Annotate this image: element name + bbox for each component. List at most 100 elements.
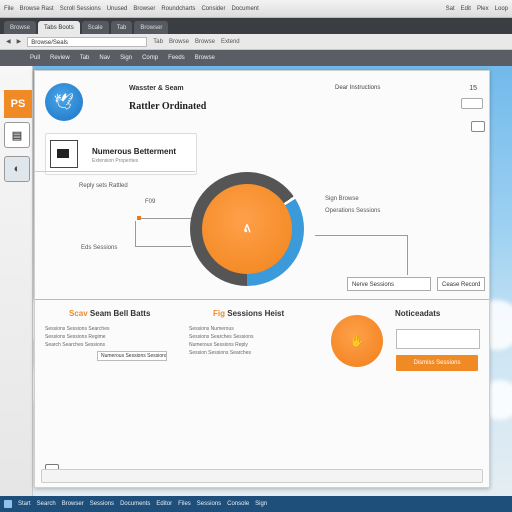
bookmark-item[interactable]: Comp bbox=[142, 55, 158, 61]
column-text: Sessions Sessions Searches Sessions Sess… bbox=[45, 325, 109, 349]
column-heading: Fig Sessions Heist bbox=[213, 309, 284, 318]
taskbar-item[interactable]: Documents bbox=[120, 501, 150, 507]
column-text: Sessions Numerous Sessions Searches Sess… bbox=[189, 325, 253, 357]
os-menu-item[interactable]: Scroll Sessions bbox=[60, 6, 101, 12]
taskbar-item[interactable]: Sessions bbox=[197, 501, 221, 507]
bottom-status-bar bbox=[41, 469, 483, 483]
panel-picture-icon bbox=[50, 140, 78, 168]
os-menu-bar: File Browse Rast Scroll Sessions Unused … bbox=[0, 0, 512, 18]
chart-label-right-top: Sign Browse bbox=[325, 196, 359, 202]
os-menu-item[interactable]: Browser bbox=[133, 6, 155, 12]
connector-line bbox=[407, 235, 408, 275]
back-icon[interactable]: ◀ bbox=[6, 38, 11, 45]
divider bbox=[35, 171, 195, 172]
connector-line bbox=[141, 218, 191, 219]
bookmark-item[interactable]: Review bbox=[50, 55, 70, 61]
window-number: 15 bbox=[469, 85, 477, 92]
donut-center-label: ᕕ bbox=[243, 224, 251, 235]
bookmark-item[interactable]: Tab bbox=[80, 55, 90, 61]
nav-link[interactable]: Extend bbox=[221, 39, 240, 45]
window-title: Wasster & Seam bbox=[129, 85, 184, 92]
notifications-title: Noticeadats bbox=[395, 309, 441, 318]
column-heading-text: Sessions Heist bbox=[227, 309, 285, 318]
taskbar-item[interactable]: Editor bbox=[156, 501, 172, 507]
panel-title: Numerous Betterment bbox=[92, 147, 177, 156]
column-line: Sessions Sessions Searches bbox=[45, 326, 110, 332]
start-icon[interactable] bbox=[4, 500, 12, 508]
bookmark-item[interactable]: Nav bbox=[99, 55, 110, 61]
os-status-item[interactable]: Sat bbox=[446, 6, 455, 12]
connector-line bbox=[135, 246, 191, 247]
browser-tab-strip: Browse Tabs Boots Scale Tab Browser bbox=[0, 18, 512, 34]
app-badge-ps[interactable]: PS bbox=[4, 90, 32, 118]
dock-app-icon[interactable]: ◐ bbox=[4, 156, 30, 182]
window-subtitle: Rattler Ordinated bbox=[129, 101, 207, 112]
window-action-button[interactable] bbox=[461, 98, 483, 109]
column-heading-accent: Fig bbox=[213, 309, 225, 318]
os-menu-item[interactable]: File bbox=[4, 6, 14, 12]
window-title-right: Dear Instructions bbox=[335, 85, 381, 91]
os-menu-item[interactable]: Roundcharts bbox=[161, 6, 195, 12]
notifications-button[interactable]: Dismiss Sessions bbox=[396, 355, 478, 371]
browser-tab[interactable]: Tab bbox=[110, 21, 133, 34]
column-field[interactable]: Numerous Sessions Sessions bbox=[97, 351, 167, 361]
browser-tab[interactable]: Browse bbox=[4, 21, 37, 34]
browser-url-bar: ◀ ▶ Browse/Seals Tab Browse Browse Exten… bbox=[0, 34, 512, 50]
browser-tab[interactable]: Scale bbox=[81, 21, 109, 34]
column-heading: Scav Seam Bell Batts bbox=[69, 309, 150, 318]
os-status-item[interactable]: Edit bbox=[461, 6, 471, 12]
column-line: Sessions Numerous bbox=[189, 326, 234, 332]
os-status-item[interactable]: Loop bbox=[495, 6, 508, 12]
browser-tab-active[interactable]: Tabs Boots bbox=[38, 21, 80, 34]
taskbar-item[interactable]: Sign bbox=[255, 501, 267, 507]
os-menu-item[interactable]: Consider bbox=[201, 6, 225, 12]
bookmark-item[interactable]: Feeds bbox=[168, 55, 185, 61]
bookmark-item[interactable]: Sign bbox=[120, 55, 132, 61]
bookmarks-bar: Pull Review Tab Nav Sign Comp Feeds Brow… bbox=[0, 50, 512, 66]
info-panel: Numerous Betterment Extension Properties bbox=[45, 133, 197, 175]
os-taskbar: Start Search Browser Sessions Documents … bbox=[0, 496, 512, 512]
os-status-item[interactable]: Plex bbox=[477, 6, 489, 12]
url-input[interactable]: Browse/Seals bbox=[27, 36, 148, 47]
column-line: Numerous Sessions Reply bbox=[189, 342, 248, 348]
record-box[interactable]: Cease Record bbox=[437, 277, 485, 291]
chart-label-right-sub: Operations Sessions bbox=[325, 208, 381, 214]
taskbar-item[interactable]: Browser bbox=[62, 501, 84, 507]
chat-icon[interactable] bbox=[471, 121, 485, 132]
column-line: Sessions Searches Sessions bbox=[189, 334, 254, 340]
bird-avatar-icon: 🕊 bbox=[45, 83, 83, 121]
column-line: Search Searches Sessions bbox=[45, 342, 106, 348]
bookmark-item[interactable]: Pull bbox=[30, 55, 40, 61]
column-heading-text: Seam Bell Batts bbox=[89, 309, 151, 318]
panel-subtitle: Extension Properties bbox=[92, 158, 139, 164]
taskbar-item[interactable]: Search bbox=[37, 501, 56, 507]
connector-line bbox=[315, 235, 407, 236]
left-dock: PS ▤ ◐ bbox=[0, 66, 33, 496]
nav-link[interactable]: Tab bbox=[153, 39, 163, 45]
session-box[interactable]: Nerve Sessions bbox=[347, 277, 431, 291]
nav-link[interactable]: Browse bbox=[195, 39, 215, 45]
hand-icon[interactable]: ✋ bbox=[331, 315, 383, 367]
browser-tab[interactable]: Browser bbox=[134, 21, 169, 34]
taskbar-item[interactable]: Start bbox=[18, 501, 31, 507]
connector-line bbox=[135, 221, 136, 246]
os-menu-item[interactable]: Document bbox=[231, 6, 258, 12]
chart-label-left-top: Reply sets Rattled bbox=[79, 183, 128, 189]
os-menu-item[interactable]: Unused bbox=[107, 6, 128, 12]
section-divider bbox=[35, 299, 489, 300]
bookmark-item[interactable]: Browse bbox=[195, 55, 215, 61]
taskbar-item[interactable]: Console bbox=[227, 501, 249, 507]
column-line: Session Sessions Searches bbox=[189, 350, 251, 356]
os-menu-item[interactable]: Browse Rast bbox=[20, 6, 54, 12]
taskbar-item[interactable]: Files bbox=[178, 501, 191, 507]
taskbar-item[interactable]: Sessions bbox=[90, 501, 114, 507]
chart-label-left-bottom: Eds Sessions bbox=[81, 245, 118, 251]
nav-link[interactable]: Browse bbox=[169, 39, 189, 45]
donut-chart: ᕕ bbox=[190, 172, 304, 286]
notifications-input[interactable] bbox=[396, 329, 480, 349]
os-menu-right: Sat Edit Plex Loop bbox=[446, 6, 508, 12]
dock-app-icon[interactable]: ▤ bbox=[4, 122, 30, 148]
chart-label-left-mid: F09 bbox=[145, 199, 156, 205]
column-line: Sessions Sessions Regime bbox=[45, 334, 106, 340]
forward-icon[interactable]: ▶ bbox=[17, 38, 22, 45]
